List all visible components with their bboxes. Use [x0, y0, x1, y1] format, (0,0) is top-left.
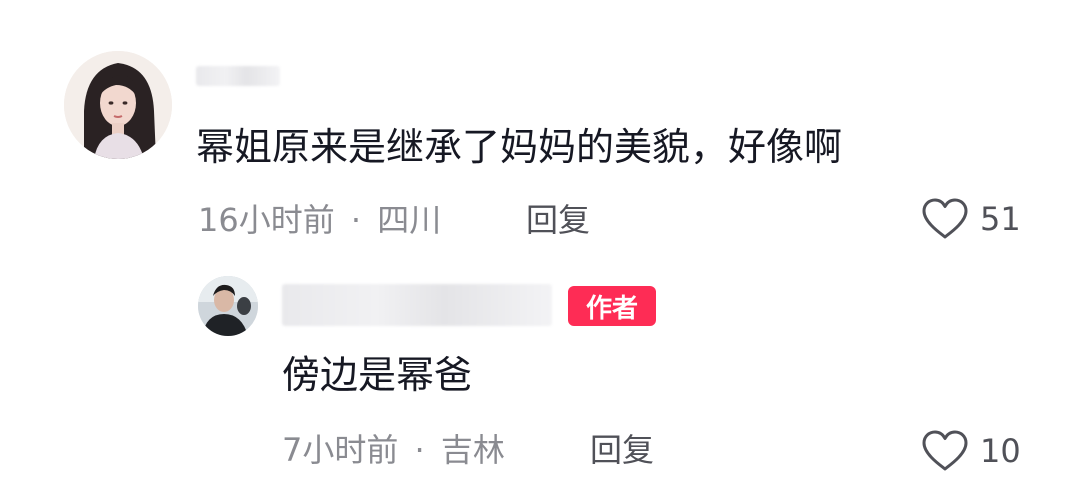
comment-time: 16小时前: [198, 201, 335, 239]
like-button[interactable]: 10: [920, 428, 1021, 474]
user-avatar[interactable]: [198, 276, 258, 336]
avatar-woman-image: [64, 51, 172, 159]
author-badge: 作者: [568, 286, 656, 326]
meta-separator: ·: [350, 201, 362, 239]
like-count: 10: [980, 432, 1021, 470]
reply-button[interactable]: 回复: [590, 428, 654, 472]
reply-button[interactable]: 回复: [526, 198, 590, 242]
meta-separator: ·: [414, 431, 425, 469]
avatar-man-image: [198, 276, 258, 336]
reply-location: 吉林: [440, 431, 505, 469]
username-redacted[interactable]: [196, 66, 280, 86]
comment-meta: 16小时前 · 四川: [198, 198, 441, 242]
heart-outline-icon: [920, 197, 970, 241]
like-count: 51: [980, 200, 1021, 238]
comment-text: 幂姐原来是继承了妈妈的美貌，好像啊: [196, 125, 843, 169]
like-button[interactable]: 51: [920, 196, 1021, 242]
reply-meta: 7小时前 · 吉林: [282, 428, 505, 472]
user-avatar[interactable]: [64, 51, 172, 159]
reply-time: 7小时前: [282, 431, 399, 469]
reply-text: 傍边是幂爸: [282, 353, 473, 397]
heart-outline-icon: [920, 429, 970, 473]
comment-location: 四川: [377, 201, 442, 239]
username-redacted[interactable]: [282, 284, 552, 326]
